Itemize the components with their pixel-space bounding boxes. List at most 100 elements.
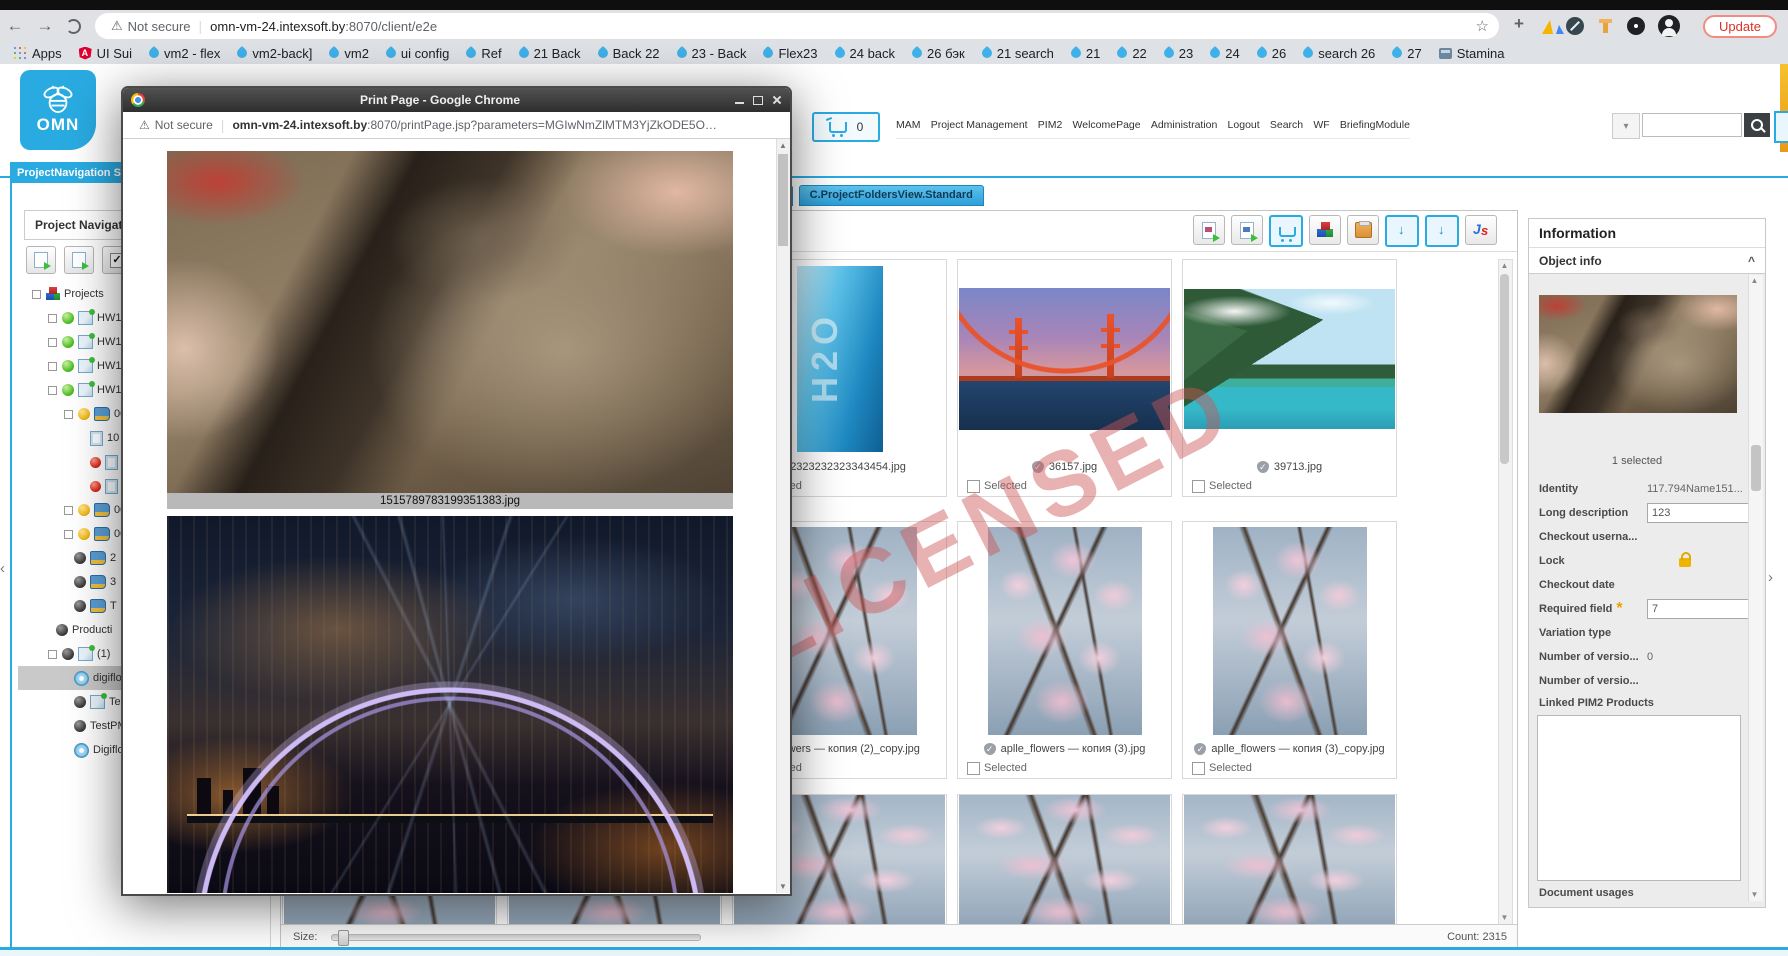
- expander-icon[interactable]: [32, 289, 41, 299]
- toolbar-button[interactable]: [1231, 215, 1263, 245]
- expander-icon[interactable]: [48, 337, 57, 347]
- toolbar-button[interactable]: [1425, 215, 1459, 247]
- collapse-section-icon[interactable]: ^: [1748, 254, 1755, 268]
- toolbar-button[interactable]: [1309, 215, 1341, 245]
- bookmark-item[interactable]: UI Sui: [78, 46, 132, 61]
- toolbar-button[interactable]: [1193, 215, 1225, 245]
- bookmark-item[interactable]: 27: [1390, 46, 1422, 61]
- document-cell[interactable]: 36157.jpg Selected: [957, 259, 1172, 497]
- document-cell[interactable]: [1182, 794, 1397, 928]
- field-input[interactable]: 7: [1647, 599, 1753, 619]
- bookmark-item[interactable]: 24 back: [832, 46, 895, 61]
- maximize-icon[interactable]: [753, 95, 763, 105]
- bookmark-star-icon[interactable]: ☆: [1476, 17, 1489, 35]
- document-thumbnail[interactable]: [1184, 289, 1395, 429]
- nav-item[interactable]: Project Management: [931, 119, 1028, 131]
- close-icon[interactable]: [772, 95, 782, 105]
- popup-scrollbar[interactable]: ▲ ▼: [776, 139, 790, 893]
- document-thumbnail[interactable]: [1212, 527, 1367, 735]
- search-scope-dropdown[interactable]: ▾: [1612, 113, 1640, 139]
- bookmark-item[interactable]: Apps: [12, 46, 62, 61]
- nav-item[interactable]: Logout: [1228, 119, 1260, 131]
- bookmark-item[interactable]: vm2-back]: [235, 46, 312, 61]
- nav-item[interactable]: BriefingModule: [1340, 119, 1410, 131]
- scroll-up-icon[interactable]: ▲: [1499, 260, 1510, 272]
- scroll-down-icon[interactable]: ▼: [1749, 889, 1760, 901]
- popup-title-bar[interactable]: Print Page - Google Chrome: [123, 88, 790, 112]
- bookmark-item[interactable]: 26: [1254, 46, 1286, 61]
- bookmark-item[interactable]: vm2: [327, 46, 369, 61]
- document-thumbnail[interactable]: [1184, 795, 1395, 927]
- import-tree-button[interactable]: [64, 246, 94, 274]
- scroll-up-icon[interactable]: ▲: [777, 139, 789, 152]
- bookmark-item[interactable]: ui config: [383, 46, 449, 61]
- address-bar[interactable]: ⚠ Not secure | omn-vm-24.intexsoft.by :8…: [95, 13, 1499, 39]
- profile-avatar[interactable]: [1658, 15, 1680, 37]
- plus-extension-icon[interactable]: [1511, 14, 1529, 35]
- document-cell[interactable]: aplle_flowers — копия (3)_copy.jpg Selec…: [1182, 521, 1397, 779]
- toolbar-button[interactable]: [1347, 215, 1379, 245]
- expander-icon[interactable]: [64, 505, 73, 515]
- partial-edge-button[interactable]: [1774, 111, 1788, 143]
- nav-item[interactable]: WF: [1313, 119, 1329, 131]
- tool-extension-icon[interactable]: [1599, 19, 1612, 33]
- bookmark-item[interactable]: 21 Back: [516, 46, 581, 61]
- scrollbar-thumb[interactable]: [1751, 445, 1761, 491]
- reload-icon[interactable]: [66, 18, 81, 34]
- bookmark-item[interactable]: 26 бэк: [909, 46, 965, 61]
- selected-checkbox[interactable]: [967, 761, 980, 775]
- omn-logo[interactable]: OMN: [20, 70, 96, 150]
- document-cell[interactable]: aplle_flowers — копия (3).jpg Selected: [957, 521, 1172, 779]
- scroll-up-icon[interactable]: ▲: [1749, 275, 1760, 287]
- document-cell[interactable]: [957, 794, 1172, 928]
- minimize-icon[interactable]: [735, 102, 744, 104]
- pin-extension-icon[interactable]: [1627, 17, 1645, 35]
- nav-item[interactable]: WelcomePage: [1073, 119, 1141, 131]
- view-tab[interactable]: C.ProjectFoldersView.Standard: [798, 185, 984, 206]
- info-scrollbar[interactable]: ▲ ▼: [1748, 275, 1763, 901]
- bookmark-item[interactable]: 23 - Back: [674, 46, 746, 61]
- grid-scrollbar[interactable]: ▲ ▼: [1498, 259, 1513, 925]
- popup-address-bar[interactable]: ⚠ Not secure | omn-vm-24.intexsoft.by :8…: [123, 112, 790, 139]
- expander-icon[interactable]: [48, 385, 57, 395]
- document-thumbnail[interactable]: H2O: [796, 266, 883, 452]
- basket-counter[interactable]: 0: [812, 112, 880, 142]
- selected-checkbox[interactable]: [1192, 761, 1205, 775]
- bookmark-item[interactable]: search 26: [1301, 46, 1375, 61]
- document-thumbnail[interactable]: [959, 288, 1170, 430]
- document-thumbnail[interactable]: [987, 527, 1142, 735]
- scroll-down-icon[interactable]: ▼: [1499, 912, 1510, 924]
- bookmark-item[interactable]: 23: [1161, 46, 1193, 61]
- nav-item[interactable]: Search: [1270, 119, 1303, 131]
- expander-icon[interactable]: [64, 409, 73, 419]
- expand-right-panel-icon[interactable]: ›: [1768, 564, 1784, 590]
- expander-icon[interactable]: [48, 361, 57, 371]
- expander-icon[interactable]: [64, 529, 73, 539]
- bookmark-item[interactable]: 21 search: [979, 46, 1054, 61]
- print-page-window[interactable]: Print Page - Google Chrome ⚠ Not secure …: [121, 86, 792, 896]
- bookmark-item[interactable]: Flex23: [761, 46, 818, 61]
- object-info-section-header[interactable]: Object info ^: [1529, 248, 1765, 274]
- expander-icon[interactable]: [48, 649, 57, 659]
- update-button[interactable]: Update: [1703, 14, 1777, 38]
- blocker-extension-icon[interactable]: [1566, 17, 1584, 35]
- scroll-down-icon[interactable]: ▼: [777, 880, 789, 893]
- global-search-input[interactable]: [1642, 113, 1742, 137]
- document-thumbnail[interactable]: [959, 795, 1170, 927]
- bookmark-item[interactable]: vm2 - flex: [146, 46, 220, 61]
- collapse-left-panel-icon[interactable]: ‹: [0, 555, 12, 581]
- bookmark-item[interactable]: Back 22: [595, 46, 660, 61]
- back-icon[interactable]: ←: [0, 16, 30, 36]
- slider-thumb[interactable]: [338, 929, 350, 946]
- toolbar-button[interactable]: [1385, 215, 1419, 247]
- bookmark-item[interactable]: 21: [1068, 46, 1100, 61]
- selected-checkbox[interactable]: [1192, 479, 1205, 493]
- bookmark-item[interactable]: 22: [1115, 46, 1147, 61]
- document-cell[interactable]: 39713.jpg Selected: [1182, 259, 1397, 497]
- bookmark-item[interactable]: 24: [1208, 46, 1240, 61]
- chart-extension-icon[interactable]: [1542, 20, 1564, 34]
- linked-products-box[interactable]: [1537, 715, 1741, 881]
- scrollbar-thumb[interactable]: [1500, 274, 1509, 464]
- field-input[interactable]: 123: [1647, 503, 1753, 523]
- export-tree-button[interactable]: [26, 246, 56, 274]
